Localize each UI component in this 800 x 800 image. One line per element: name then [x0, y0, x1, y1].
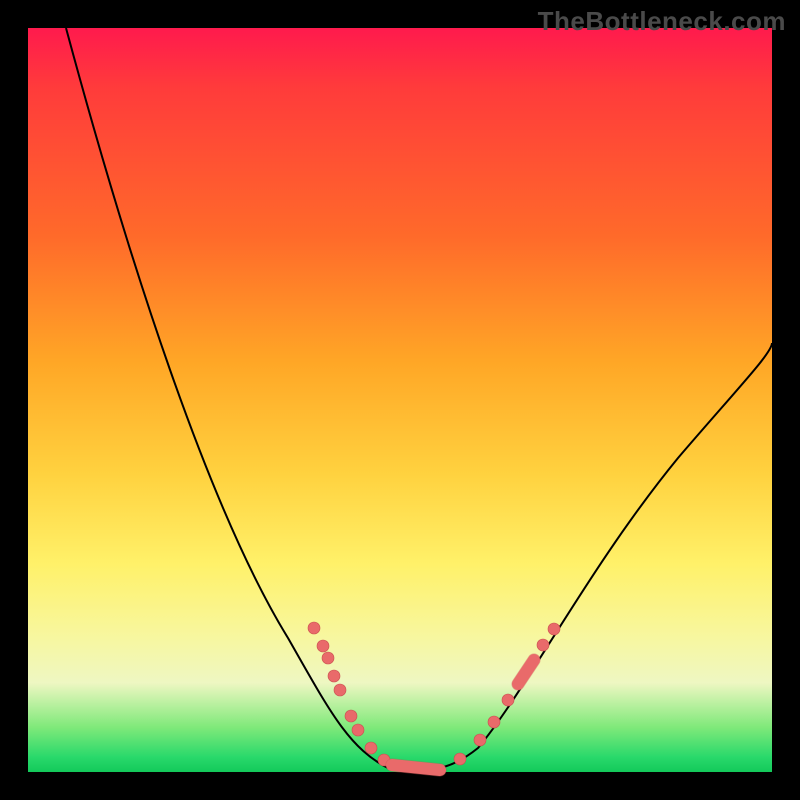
curve-marker-oblong — [518, 660, 534, 684]
curve-marker — [488, 716, 500, 728]
curve-marker — [334, 684, 346, 696]
curve-markers — [308, 622, 560, 770]
curve-marker — [345, 710, 357, 722]
curve-marker — [502, 694, 514, 706]
curve-marker — [352, 724, 364, 736]
curve-svg — [28, 28, 772, 772]
chart-frame: TheBottleneck.com — [0, 0, 800, 800]
curve-marker-oblong — [392, 765, 440, 770]
curve-marker — [454, 753, 466, 765]
curve-marker — [474, 734, 486, 746]
curve-marker — [317, 640, 329, 652]
curve-marker — [537, 639, 549, 651]
curve-marker — [548, 623, 560, 635]
plot-area — [28, 28, 772, 772]
curve-marker — [322, 652, 334, 664]
curve-marker — [328, 670, 340, 682]
curve-marker — [308, 622, 320, 634]
watermark-text: TheBottleneck.com — [538, 6, 786, 37]
bottleneck-curve — [66, 28, 772, 770]
curve-marker — [365, 742, 377, 754]
